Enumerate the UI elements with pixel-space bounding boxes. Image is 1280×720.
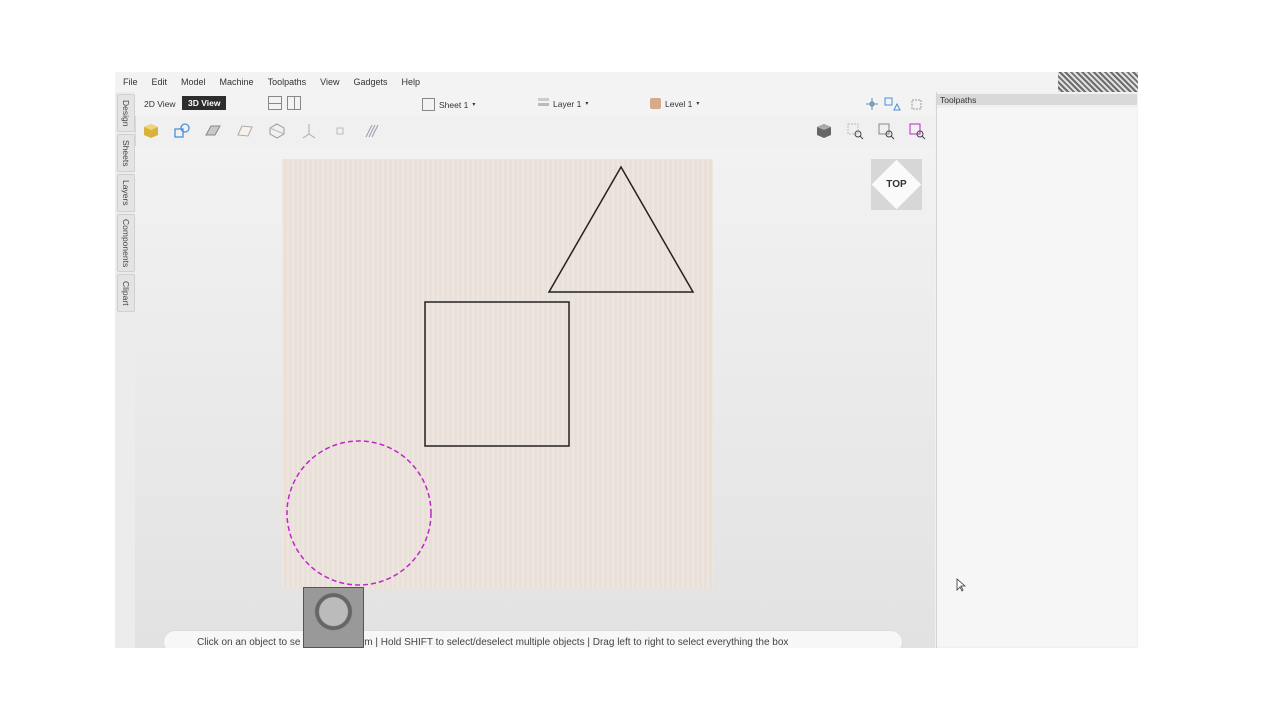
- layout-horizontal-icon[interactable]: [268, 96, 282, 110]
- layer-dropdown-label: Layer 1: [553, 98, 582, 109]
- view-cube[interactable]: TOP: [871, 159, 922, 210]
- bounding-box-icon[interactable]: [911, 99, 922, 110]
- chevron-down-icon: ▾: [472, 102, 476, 108]
- toolpaths-panel-header[interactable]: Toolpaths: [937, 94, 1137, 105]
- app-window: File Edit Model Machine Toolpaths View G…: [115, 72, 1138, 648]
- layers-icon: [538, 98, 549, 109]
- status-hint-text: Click on an object to se ain to transfor…: [197, 636, 789, 648]
- menu-help[interactable]: Help: [395, 77, 428, 87]
- triangle-vector[interactable]: [547, 165, 695, 293]
- status-hint-bar: Click on an object to se ain to transfor…: [163, 630, 903, 648]
- tab-clipart[interactable]: Clipart: [117, 274, 135, 312]
- drawing-shapes: [286, 165, 695, 586]
- render-cube-icon[interactable]: [815, 122, 833, 140]
- sheet-dropdown[interactable]: Sheet 1 ▾: [422, 98, 475, 111]
- snap-grid-icon[interactable]: [866, 98, 878, 110]
- chevron-down-icon: ▾: [696, 101, 700, 107]
- menu-view[interactable]: View: [313, 77, 346, 87]
- tool-row: [135, 116, 935, 146]
- presenter-avatar: [303, 587, 364, 648]
- material-cube-icon[interactable]: [142, 122, 160, 140]
- tab-design[interactable]: Design: [117, 94, 135, 132]
- menu-file[interactable]: File: [115, 77, 145, 87]
- axis-icon[interactable]: [300, 122, 318, 140]
- view-2d-button[interactable]: 2D View: [141, 97, 179, 111]
- toolpaths-panel: Toolpaths: [936, 92, 1138, 648]
- node-icon[interactable]: [331, 122, 349, 140]
- mesh-icon[interactable]: [268, 122, 286, 140]
- menu-machine[interactable]: Machine: [213, 77, 261, 87]
- tab-layers[interactable]: Layers: [117, 174, 135, 212]
- 3d-viewport[interactable]: TOP: [135, 146, 935, 648]
- menu-gadgets[interactable]: Gadgets: [346, 77, 394, 87]
- sheet-dropdown-label: Sheet 1: [439, 99, 469, 110]
- menu-bar: File Edit Model Machine Toolpaths View G…: [115, 72, 1138, 92]
- view-toolbar: 2D View 3D View Sheet 1 ▾ Layer 1 ▾ Leve…: [135, 92, 935, 116]
- level-icon: [650, 98, 661, 109]
- circle-vector-selected[interactable]: [286, 440, 432, 586]
- square-vector[interactable]: [424, 301, 570, 447]
- zoom-extents-icon[interactable]: [877, 122, 895, 140]
- left-tab-strip: Design Sheets Layers Components Clipart: [115, 92, 136, 648]
- menu-toolpaths[interactable]: Toolpaths: [261, 77, 314, 87]
- sheet-icon: [422, 98, 435, 111]
- view-3d-button[interactable]: 3D View: [182, 96, 227, 110]
- snap-shapes-icon[interactable]: [884, 97, 901, 111]
- level-dropdown[interactable]: Level 1 ▾: [650, 98, 699, 109]
- layout-vertical-icon[interactable]: [287, 96, 301, 110]
- toolpaths-panel-body: [937, 108, 1137, 646]
- mouse-cursor-icon: [956, 578, 966, 592]
- level-dropdown-label: Level 1: [665, 98, 693, 109]
- zoom-selected-icon[interactable]: [846, 122, 864, 140]
- view-cube-label: TOP: [886, 179, 907, 190]
- sheet-icon[interactable]: [236, 122, 254, 140]
- chevron-down-icon: ▾: [585, 101, 589, 107]
- plane-icon[interactable]: [204, 122, 222, 140]
- menu-model[interactable]: Model: [174, 77, 213, 87]
- zoom-box-icon[interactable]: [908, 122, 926, 140]
- toolpaths-panel-title: Toolpaths: [940, 94, 977, 105]
- menu-edit[interactable]: Edit: [145, 77, 175, 87]
- shapes-icon[interactable]: [173, 122, 191, 140]
- tab-components[interactable]: Components: [117, 214, 135, 272]
- layer-dropdown[interactable]: Layer 1 ▾: [538, 98, 588, 109]
- tab-sheets[interactable]: Sheets: [117, 134, 135, 172]
- snap-tools: [866, 97, 922, 111]
- hatch-icon[interactable]: [363, 122, 381, 140]
